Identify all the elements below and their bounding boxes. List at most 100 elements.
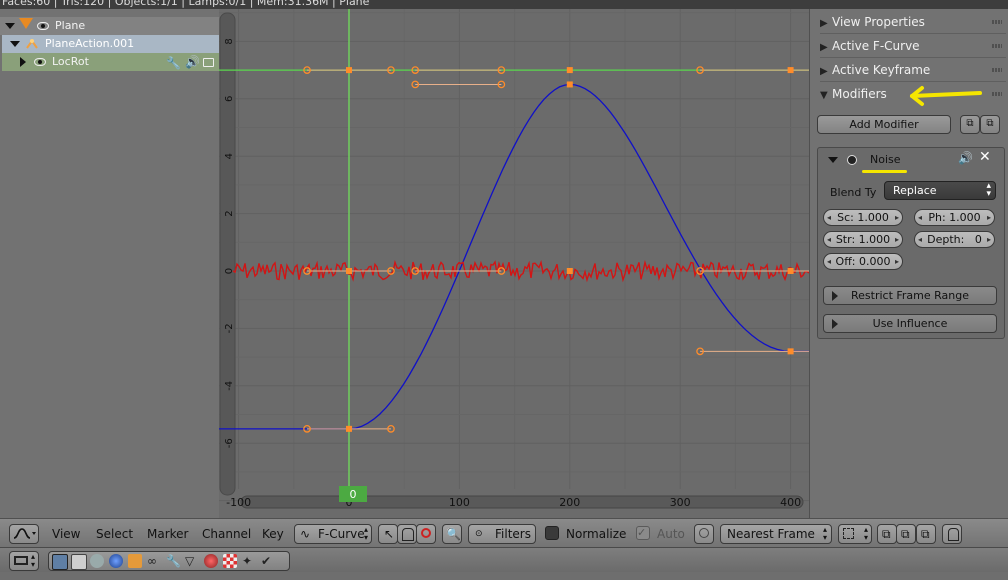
dropdown-arrows-icon: ▴ ▾ — [822, 525, 827, 542]
graph-editor[interactable]: 86420-2-4-6 -1000100200300400500600700 0 — [219, 9, 809, 518]
keyframe-point[interactable] — [346, 67, 352, 74]
visibility-eye-icon[interactable] — [37, 22, 49, 30]
channel-label: Plane — [55, 19, 86, 32]
modifier-name[interactable]: Noise — [870, 153, 901, 166]
keyframe-point[interactable] — [787, 67, 794, 74]
dropdown-arrows-icon: ▴ ▾ — [363, 525, 368, 542]
drag-grip[interactable] — [992, 20, 1002, 24]
only-selected-toggle[interactable]: ↖ — [378, 524, 398, 544]
wrench-icon[interactable]: 🔧 — [166, 54, 181, 72]
visibility-eye-icon[interactable] — [34, 58, 46, 66]
editor-type-button[interactable] — [9, 524, 39, 544]
lock-icon[interactable] — [203, 58, 214, 67]
menu-key[interactable]: Key — [262, 527, 284, 541]
blend-type-dropdown[interactable]: Replace ▴ ▾ — [884, 181, 996, 200]
add-modifier-button[interactable]: Add Modifier — [817, 115, 951, 134]
object-icon[interactable] — [128, 554, 142, 568]
scene-icon[interactable] — [90, 554, 104, 568]
vertical-scrollbar[interactable] — [219, 12, 236, 496]
use-influence-label: Use Influence — [872, 317, 948, 330]
secondary-header: ▴ ▾ ∞ 🔧 ▽ ✦ ✔ — [0, 547, 1008, 573]
drag-grip[interactable] — [992, 44, 1002, 48]
phase-field[interactable]: Ph: 1.000 — [914, 209, 995, 226]
drag-grip[interactable] — [992, 68, 1002, 72]
panel-active-keyframe[interactable]: ▶ Active Keyframe — [820, 59, 1006, 82]
keyframe-point[interactable] — [346, 268, 352, 274]
layers-icon[interactable] — [71, 554, 87, 570]
x-tick-label: 300 — [670, 496, 691, 509]
world-icon[interactable] — [109, 554, 123, 568]
dropdown-arrows-icon: ▴ ▾ — [863, 525, 868, 542]
offset-field[interactable]: Off: 0.000 — [823, 253, 903, 270]
noise-modifier-box: Noise 🔊 ✕ Blend Ty Replace ▴▾ Sc: 1.000 … — [817, 147, 1005, 339]
fcurve-icon: ∿ — [300, 527, 311, 541]
mesh-data-icon[interactable]: ▽ — [185, 554, 199, 568]
expand-icon[interactable] — [832, 291, 838, 301]
auto-checkbox[interactable]: ✓ — [636, 526, 650, 540]
pivot-dropdown[interactable]: ▴ ▾ — [838, 524, 872, 544]
paste-flipped-button[interactable]: ⧉ — [916, 524, 936, 544]
menu-channel[interactable]: Channel — [202, 527, 251, 541]
speaker-icon[interactable]: 🔊 — [958, 151, 973, 165]
snap-dropdown[interactable]: Nearest Frame ▴ ▾ — [720, 524, 832, 544]
fcurve-path[interactable] — [219, 83, 809, 430]
keyframe-point[interactable] — [787, 268, 794, 274]
editor-type-button[interactable]: ▴ ▾ — [9, 551, 39, 571]
expand-icon[interactable] — [832, 319, 838, 329]
copy-modifiers-button[interactable]: ⧉ — [960, 115, 980, 134]
panel-view-properties[interactable]: ▶ View Properties — [820, 11, 1006, 34]
menu-select[interactable]: Select — [96, 527, 133, 541]
auto-label: Auto — [657, 527, 685, 541]
ghost-curves-button[interactable] — [942, 524, 962, 544]
channel-action[interactable]: PlaneAction.001 — [2, 35, 219, 53]
strength-field[interactable]: Str: 1.000 — [823, 231, 903, 248]
modifiers-wrench-icon[interactable]: 🔧 — [166, 554, 181, 568]
collapse-icon[interactable] — [5, 23, 15, 29]
auto-normalize-button[interactable] — [694, 524, 714, 544]
only-errors-toggle[interactable] — [416, 524, 436, 544]
texture-icon[interactable] — [223, 554, 237, 568]
filters-button[interactable]: ⊙ Filters — [468, 524, 536, 544]
scale-field[interactable]: Sc: 1.000 — [823, 209, 903, 226]
panel-active-fcurve[interactable]: ▶ Active F-Curve — [820, 35, 1006, 58]
keyframe-point[interactable] — [346, 425, 352, 432]
keyframe-point[interactable] — [566, 67, 573, 74]
speaker-icon[interactable]: 🔊 — [185, 53, 200, 71]
keyframe-point[interactable] — [566, 268, 573, 274]
menu-marker[interactable]: Marker — [147, 527, 188, 541]
use-influence-toggle[interactable]: Use Influence — [823, 314, 997, 333]
paste-keyframes-button[interactable]: ⧉ — [896, 524, 916, 544]
menu-view[interactable]: View — [52, 527, 80, 541]
mute-toggle-icon[interactable] — [847, 155, 857, 165]
expand-icon[interactable] — [20, 57, 26, 67]
normalize-checkbox[interactable] — [545, 526, 559, 540]
y-tick-label: 4 — [224, 153, 235, 159]
graph-canvas[interactable]: 86420-2-4-6 -1000100200300400500600700 0 — [219, 9, 809, 518]
delete-modifier-icon[interactable]: ✕ — [979, 149, 991, 165]
show-hidden-toggle[interactable] — [397, 524, 417, 544]
channel-group-locrot[interactable]: LocRot 🔧 🔊 — [2, 53, 219, 71]
info-bar-text: Faces:60 | Tris:120 | Objects:1/1 | Lamp… — [2, 0, 370, 8]
keyframe-point[interactable] — [566, 81, 573, 88]
render-icon[interactable] — [52, 554, 68, 570]
copy-keyframes-button[interactable]: ⧉ — [877, 524, 897, 544]
collapse-icon[interactable] — [10, 41, 20, 47]
constraints-icon[interactable]: ∞ — [147, 554, 161, 568]
copy-icon: ⧉ — [882, 527, 891, 541]
pivot-icon — [843, 528, 854, 539]
paste-modifiers-button[interactable]: ⧉ — [980, 115, 1000, 134]
material-icon[interactable] — [204, 554, 218, 568]
filters-label: Filters — [495, 527, 531, 541]
y-tick-label: 8 — [224, 38, 235, 44]
keyframe-point[interactable] — [787, 348, 794, 355]
physics-icon[interactable]: ✔ — [261, 554, 275, 568]
drag-grip[interactable] — [992, 92, 1002, 96]
horizontal-scrollbar[interactable] — [240, 495, 804, 509]
particles-icon[interactable]: ✦ — [242, 554, 256, 568]
restrict-frame-range-toggle[interactable]: Restrict Frame Range — [823, 286, 997, 305]
channel-object-plane[interactable]: Plane — [0, 17, 219, 35]
collapse-icon[interactable] — [828, 157, 838, 163]
depth-field[interactable]: Depth: 0 — [914, 231, 995, 248]
mode-dropdown[interactable]: ∿ F-Curve ▴ ▾ — [294, 524, 372, 544]
search-toggle[interactable]: 🔍 — [442, 524, 462, 544]
